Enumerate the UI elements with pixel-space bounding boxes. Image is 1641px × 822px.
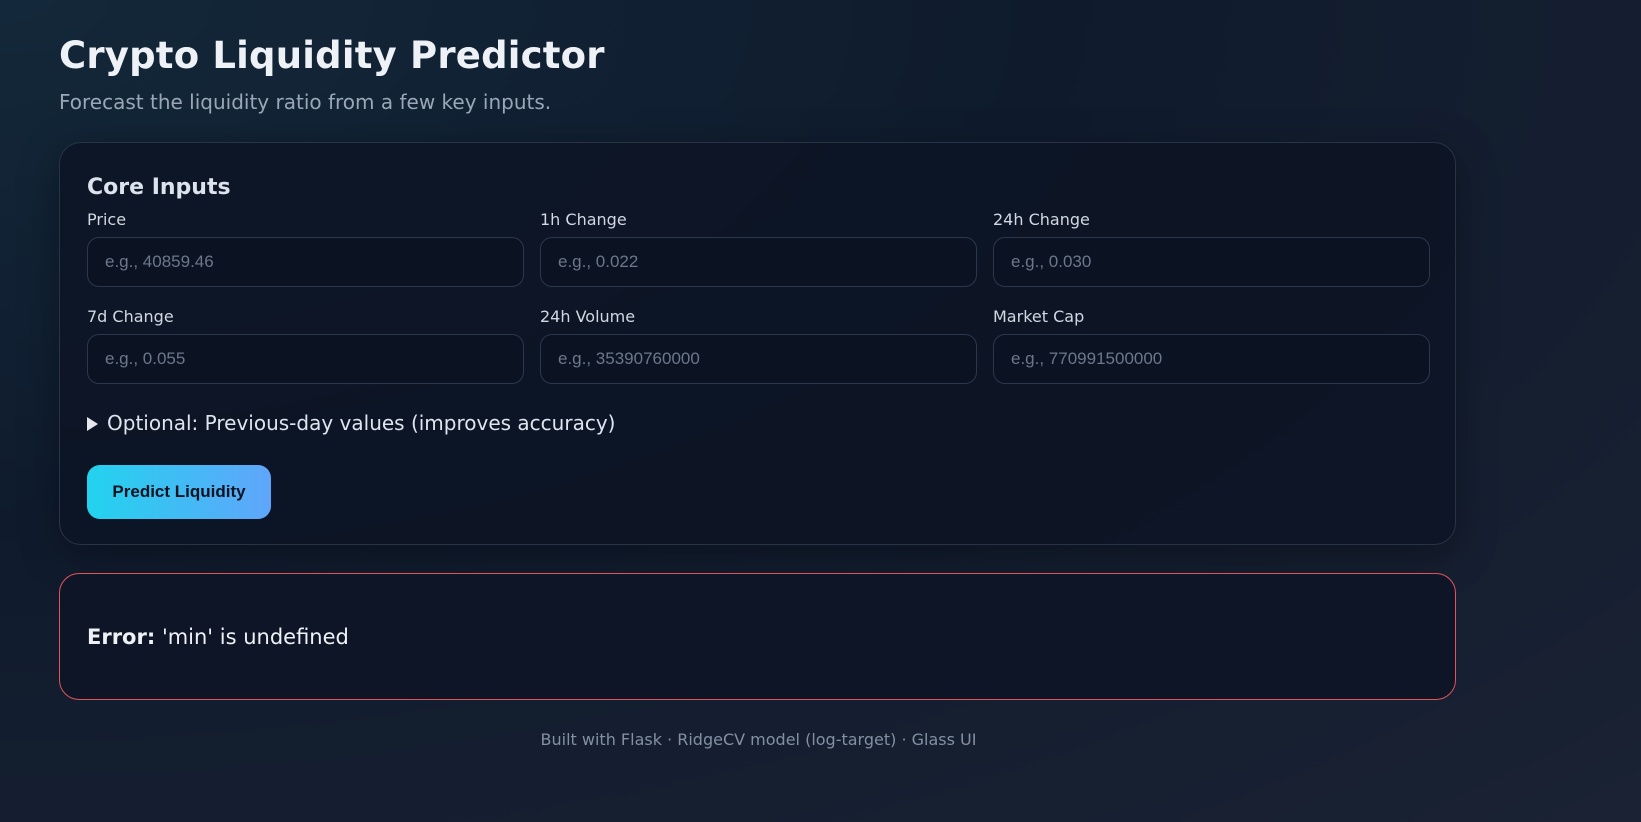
optional-previous-day-toggle[interactable]: Optional: Previous-day values (improves … — [87, 411, 615, 435]
market-cap-label: Market Cap — [993, 307, 1085, 326]
change-24h-label: 24h Change — [993, 210, 1090, 229]
error-alert: Error: 'min' is undefined — [59, 573, 1456, 700]
footer-text: Built with Flask · RidgeCV model (log-ta… — [540, 730, 977, 749]
error-prefix: Error: — [87, 625, 156, 649]
section-title: Core Inputs — [87, 175, 231, 200]
price-label: Price — [87, 210, 127, 229]
price-input[interactable] — [87, 237, 524, 287]
volume-24h-label: 24h Volume — [540, 307, 636, 326]
change-7d-input[interactable] — [87, 334, 524, 384]
volume-24h-input[interactable] — [540, 334, 977, 384]
market-cap-input[interactable] — [993, 334, 1430, 384]
page-title: Crypto Liquidity Predictor — [59, 34, 605, 77]
error-detail: 'min' is undefined — [161, 625, 349, 649]
page-subtitle: Forecast the liquidity ratio from a few … — [59, 90, 552, 114]
change-7d-label: 7d Change — [87, 307, 174, 326]
change-24h-input[interactable] — [993, 237, 1430, 287]
change-1h-input[interactable] — [540, 237, 977, 287]
error-message: Error: 'min' is undefined — [87, 625, 349, 649]
disclosure-triangle-icon — [87, 417, 98, 431]
change-1h-label: 1h Change — [540, 210, 627, 229]
input-card: Core Inputs Price 1h Change 24h Change 7… — [59, 142, 1456, 545]
optional-toggle-label: Optional: Previous-day values (improves … — [107, 411, 616, 435]
predict-liquidity-button[interactable]: Predict Liquidity — [87, 465, 271, 519]
